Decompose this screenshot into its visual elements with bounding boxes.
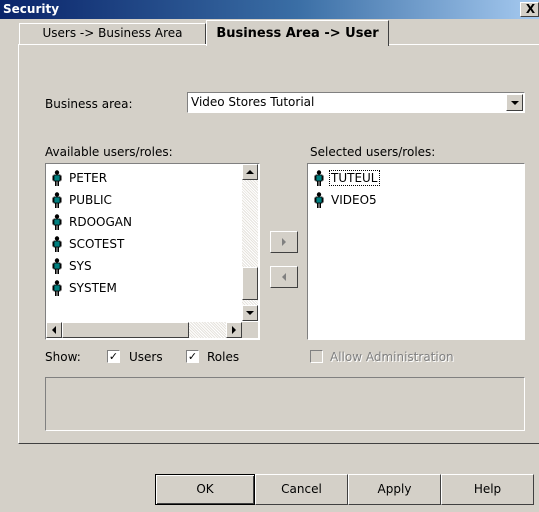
list-item[interactable]: SYS <box>52 255 93 277</box>
remove-from-selected-button[interactable] <box>270 266 298 288</box>
arrow-right-icon <box>282 238 286 246</box>
tab-users-to-business-area[interactable]: Users -> Business Area <box>19 23 206 44</box>
close-icon: X <box>525 2 536 16</box>
business-area-value: Video Stores Tutorial <box>191 95 315 109</box>
allow-administration-label: Allow Administration <box>330 350 454 364</box>
list-item-label: VIDEO5 <box>331 193 377 207</box>
dropdown-button[interactable] <box>506 94 523 111</box>
user-figure-icon <box>52 280 62 296</box>
users-checkbox[interactable]: ✓ <box>107 350 120 363</box>
list-item-label: RDOOGAN <box>69 215 132 229</box>
title-bar: Security X <box>0 0 539 19</box>
list-item-label: SCOTEST <box>69 237 125 251</box>
roles-checkbox[interactable]: ✓ <box>186 350 199 363</box>
user-figure-icon <box>314 170 324 186</box>
user-figure-icon <box>52 170 62 186</box>
list-item[interactable]: SCOTEST <box>52 233 125 255</box>
vertical-scroll-thumb[interactable] <box>242 267 258 300</box>
apply-button[interactable]: Apply <box>348 474 441 505</box>
scroll-right-button[interactable] <box>226 322 242 338</box>
available-users-list[interactable]: PETER PUBLIC RDOOGAN SCOTEST SYS SYSTEM <box>45 163 260 340</box>
list-item[interactable]: RDOOGAN <box>52 211 133 233</box>
business-area-dropdown[interactable]: Video Stores Tutorial <box>187 92 525 113</box>
show-label: Show: <box>45 350 81 364</box>
list-item[interactable]: VIDEO5 <box>314 189 378 211</box>
chevron-down-icon <box>246 311 254 315</box>
business-area-label: Business area: <box>45 97 133 111</box>
user-figure-icon <box>52 236 62 252</box>
scroll-left-button[interactable] <box>46 322 62 338</box>
selected-users-label: Selected users/roles: <box>310 145 436 159</box>
user-figure-icon <box>52 258 62 274</box>
checkmark-icon: ✓ <box>187 350 198 363</box>
chevron-up-icon <box>246 170 254 174</box>
description-box <box>45 377 525 431</box>
cancel-button[interactable]: Cancel <box>255 474 348 505</box>
list-item[interactable]: TUTEUL <box>314 167 380 189</box>
list-item-label: PETER <box>69 171 108 185</box>
roles-checkbox-label: Roles <box>207 350 240 364</box>
add-to-selected-button[interactable] <box>270 231 298 253</box>
horizontal-scroll-thumb[interactable] <box>62 322 189 338</box>
help-button[interactable]: Help <box>441 474 534 505</box>
allow-administration-checkbox[interactable] <box>310 350 323 363</box>
list-item[interactable]: SYSTEM <box>52 277 118 299</box>
tab-business-area-to-user[interactable]: Business Area -> User <box>206 20 389 46</box>
chevron-left-icon <box>52 326 56 334</box>
chevron-down-icon <box>510 100 519 105</box>
ok-button[interactable]: OK <box>155 474 255 505</box>
close-button[interactable]: X <box>520 2 539 17</box>
scroll-up-button[interactable] <box>242 164 258 180</box>
arrow-left-icon <box>282 273 286 281</box>
user-figure-icon <box>52 214 62 230</box>
scroll-corner <box>242 322 258 338</box>
list-item-label: PUBLIC <box>69 193 112 207</box>
list-item[interactable]: PETER <box>52 167 108 189</box>
list-item-label: TUTEUL <box>329 170 380 186</box>
chevron-right-icon <box>232 326 236 334</box>
list-item-label: SYSTEM <box>69 281 117 295</box>
available-users-label: Available users/roles: <box>45 145 173 159</box>
scroll-down-button[interactable] <box>242 305 258 321</box>
user-figure-icon <box>314 192 324 208</box>
list-item-label: SYS <box>69 259 92 273</box>
checkmark-icon: ✓ <box>108 350 119 363</box>
users-checkbox-label: Users <box>129 350 163 364</box>
selected-users-list[interactable]: TUTEUL VIDEO5 <box>307 163 525 340</box>
user-figure-icon <box>52 192 62 208</box>
window-title: Security <box>3 2 60 16</box>
list-item[interactable]: PUBLIC <box>52 189 113 211</box>
